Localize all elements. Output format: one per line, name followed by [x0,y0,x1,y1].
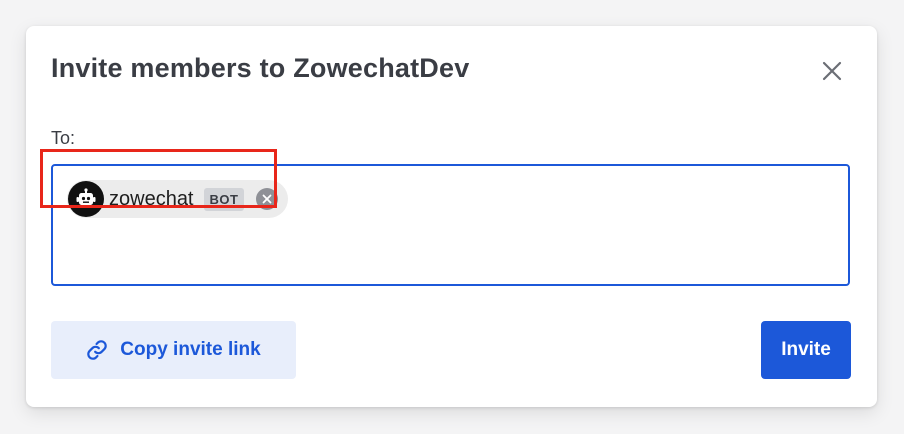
remove-circle-icon [263,194,272,204]
copy-invite-link-button[interactable]: Copy invite link [51,321,296,379]
copy-invite-link-label: Copy invite link [120,339,261,360]
recipient-chip: zowechat BOT [67,180,289,218]
close-icon [822,61,842,81]
close-button[interactable] [817,56,847,86]
recipients-input[interactable]: zowechat BOT [51,164,850,286]
team-name: ZowechatDev [293,53,470,83]
page-backdrop: Invite members to ZowechatDev To: zowech… [0,0,904,434]
modal-title: Invite members to ZowechatDev [51,53,469,84]
robot-icon [68,181,104,217]
invite-members-modal: Invite members to ZowechatDev To: zowech… [26,26,877,407]
invite-button[interactable]: Invite [761,321,851,379]
to-label: To: [51,128,76,148]
modal-title-prefix: Invite members to [51,53,286,83]
recipient-name: zowechat [109,187,194,210]
remove-recipient-button[interactable] [256,188,279,210]
bot-badge: BOT [203,187,245,211]
link-icon [87,340,108,360]
